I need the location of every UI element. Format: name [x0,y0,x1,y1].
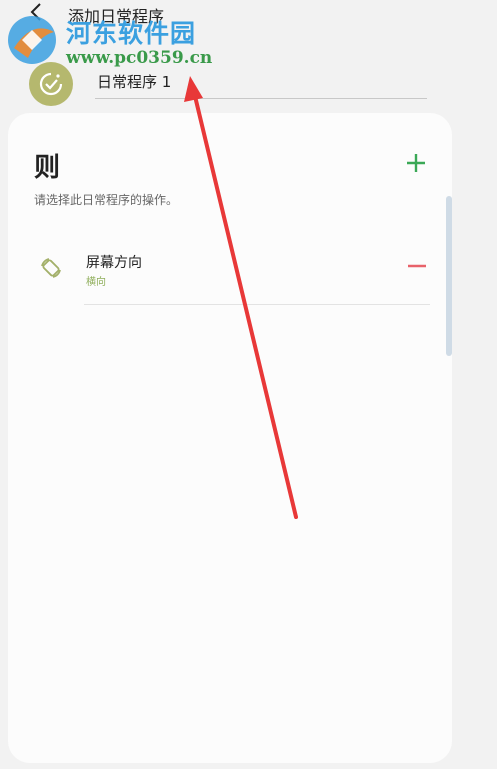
action-name: 屏幕方向 [86,255,142,271]
watermark: 河东软件园 www.pc0359.cn [4,10,214,70]
then-card: 则 请选择此日常程序的操作。 屏幕方向 横向 [8,113,452,763]
watermark-url: www.pc0359.cn [66,48,213,68]
add-action-button[interactable] [404,151,428,175]
scrollbar[interactable] [446,196,452,356]
top-bar: 添加日常程序 河东软件园 www.pc0359.cn 日常程序 1 [0,0,497,110]
routine-icon-button[interactable] [29,62,73,106]
section-title: 则 [34,153,61,183]
action-value: 横向 [86,277,106,288]
action-item[interactable]: 屏幕方向 横向 [8,243,452,305]
remove-action-button[interactable] [406,255,428,277]
check-circle-icon [39,72,63,96]
minus-icon [408,264,426,268]
screen-rotate-icon [38,255,64,281]
watermark-name: 河东软件园 [66,19,197,48]
watermark-logo-icon [8,16,56,64]
routine-name-input[interactable]: 日常程序 1 [95,68,427,99]
divider [84,304,430,305]
plus-icon [407,154,425,172]
section-subtitle: 请选择此日常程序的操作。 [34,193,179,207]
